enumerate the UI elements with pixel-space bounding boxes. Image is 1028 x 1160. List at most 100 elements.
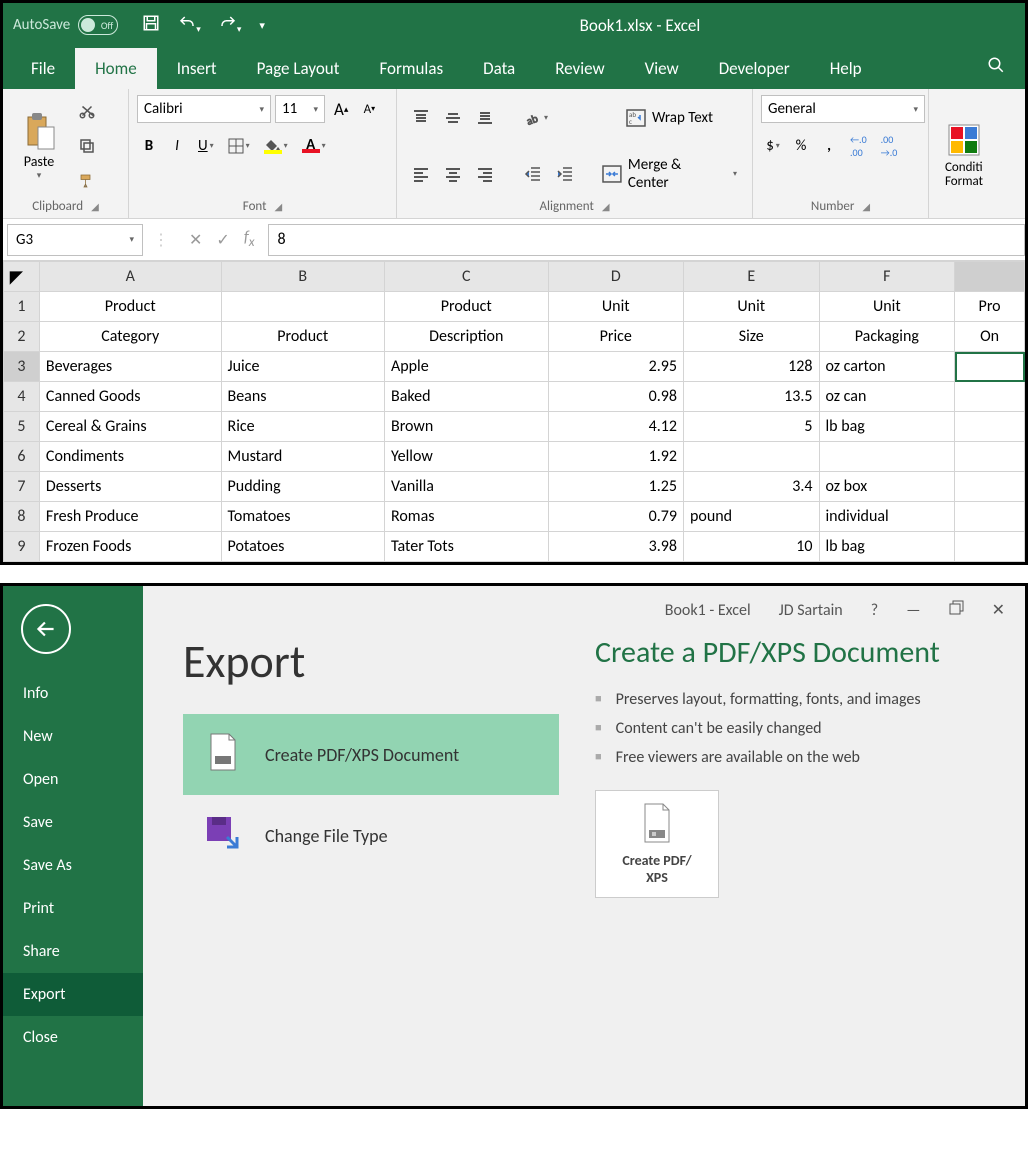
underline-button[interactable]: U (193, 133, 219, 159)
cell[interactable]: Potatoes (221, 532, 384, 562)
paste-button[interactable]: Paste ▾ (11, 95, 67, 197)
sidebar-item-info[interactable]: Info (3, 672, 143, 715)
cell[interactable] (955, 352, 1025, 382)
row-header[interactable]: 5 (4, 412, 40, 442)
cell[interactable]: Category (39, 322, 221, 352)
cell[interactable]: oz can (819, 382, 955, 412)
help-icon[interactable]: ? (871, 601, 878, 620)
cell[interactable]: Cereal & Grains (39, 412, 221, 442)
increase-indent-icon[interactable] (551, 161, 579, 187)
undo-icon[interactable]: ▾ (178, 14, 201, 37)
cell[interactable]: Pudding (221, 472, 384, 502)
row-header[interactable]: 3 (4, 352, 40, 382)
formula-input[interactable]: 8 (268, 224, 1025, 256)
column-header[interactable]: A (39, 262, 221, 292)
sidebar-item-share[interactable]: Share (3, 930, 143, 973)
cell[interactable]: Yellow (384, 442, 548, 472)
cancel-formula-icon[interactable]: ✕ (189, 230, 202, 250)
cell[interactable]: 0.98 (548, 382, 683, 412)
borders-button[interactable] (223, 133, 255, 159)
copy-icon[interactable] (73, 133, 101, 159)
column-header[interactable]: E (683, 262, 819, 292)
decrease-decimal-icon[interactable]: .00→.0 (876, 133, 903, 159)
cell[interactable]: 10 (683, 532, 819, 562)
cell[interactable]: Price (548, 322, 683, 352)
spreadsheet-grid[interactable]: ◤ABCDEF1ProductProductUnitUnitUnitPro2Ca… (3, 261, 1025, 562)
align-left-icon[interactable] (407, 161, 435, 187)
row-header[interactable]: 2 (4, 322, 40, 352)
column-header[interactable]: B (221, 262, 384, 292)
sidebar-item-open[interactable]: Open (3, 758, 143, 801)
align-center-icon[interactable] (439, 161, 467, 187)
align-right-icon[interactable] (471, 161, 499, 187)
font-size-combo[interactable]: 11▾ (275, 95, 325, 123)
export-option[interactable]: Change File Type (183, 795, 559, 876)
cell[interactable]: 2.95 (548, 352, 683, 382)
cut-icon[interactable] (73, 98, 101, 124)
cell[interactable]: Unit (683, 292, 819, 322)
align-top-icon[interactable] (407, 105, 435, 131)
tab-view[interactable]: View (625, 48, 699, 89)
decrease-indent-icon[interactable] (519, 161, 547, 187)
cell[interactable]: Condiments (39, 442, 221, 472)
restore-icon[interactable] (949, 600, 964, 620)
cell[interactable]: 0.79 (548, 502, 683, 532)
row-header[interactable]: 8 (4, 502, 40, 532)
column-header[interactable] (955, 262, 1025, 292)
cell[interactable]: Canned Goods (39, 382, 221, 412)
cell[interactable] (955, 472, 1025, 502)
dialog-launcher-icon[interactable]: ◢ (862, 200, 870, 213)
bold-button[interactable]: B (137, 133, 161, 159)
cell[interactable]: individual (819, 502, 955, 532)
row-header[interactable]: 1 (4, 292, 40, 322)
cell[interactable] (221, 292, 384, 322)
cell[interactable]: Packaging (819, 322, 955, 352)
cell[interactable]: Product (39, 292, 221, 322)
cell[interactable]: Apple (384, 352, 548, 382)
cell[interactable]: Romas (384, 502, 548, 532)
cell[interactable]: Product (384, 292, 548, 322)
merge-center-button[interactable]: Merge & Center (597, 161, 742, 187)
accounting-format-icon[interactable]: $ (761, 133, 785, 159)
cell[interactable]: Baked (384, 382, 548, 412)
cell[interactable]: Unit (819, 292, 955, 322)
close-icon[interactable]: ✕ (992, 600, 1005, 620)
search-icon[interactable] (967, 46, 1025, 89)
cell[interactable]: Vanilla (384, 472, 548, 502)
sidebar-item-new[interactable]: New (3, 715, 143, 758)
cell[interactable]: 3.4 (683, 472, 819, 502)
name-box[interactable]: G3▾ (7, 224, 143, 256)
cell[interactable]: 1.25 (548, 472, 683, 502)
cell[interactable] (955, 502, 1025, 532)
cell[interactable]: Beans (221, 382, 384, 412)
sidebar-item-export[interactable]: Export (3, 973, 143, 1016)
cell[interactable] (683, 442, 819, 472)
cell[interactable]: Frozen Foods (39, 532, 221, 562)
cell[interactable]: Tater Tots (384, 532, 548, 562)
tab-formulas[interactable]: Formulas (359, 48, 463, 89)
autosave-toggle[interactable]: AutoSave Off (13, 15, 118, 35)
cell[interactable]: 1.92 (548, 442, 683, 472)
tab-help[interactable]: Help (810, 48, 882, 89)
cell[interactable]: 5 (683, 412, 819, 442)
tab-home[interactable]: Home (75, 48, 157, 89)
number-format-combo[interactable]: General▾ (761, 95, 925, 123)
orientation-icon[interactable]: ab (519, 105, 553, 131)
dialog-launcher-icon[interactable]: ◢ (275, 200, 283, 213)
row-header[interactable]: 7 (4, 472, 40, 502)
cell[interactable]: 4.12 (548, 412, 683, 442)
tab-page-layout[interactable]: Page Layout (237, 48, 360, 89)
cell[interactable]: 3.98 (548, 532, 683, 562)
dialog-launcher-icon[interactable]: ◢ (91, 200, 99, 213)
cell[interactable]: Description (384, 322, 548, 352)
cell[interactable]: Mustard (221, 442, 384, 472)
fill-color-button[interactable] (259, 133, 293, 159)
cell[interactable]: Pro (955, 292, 1025, 322)
sidebar-item-print[interactable]: Print (3, 887, 143, 930)
cell[interactable]: Fresh Produce (39, 502, 221, 532)
select-all-corner[interactable]: ◤ (4, 262, 40, 292)
tab-file[interactable]: File (11, 48, 75, 89)
cell[interactable]: Unit (548, 292, 683, 322)
cell[interactable]: On (955, 322, 1025, 352)
cell[interactable] (955, 412, 1025, 442)
